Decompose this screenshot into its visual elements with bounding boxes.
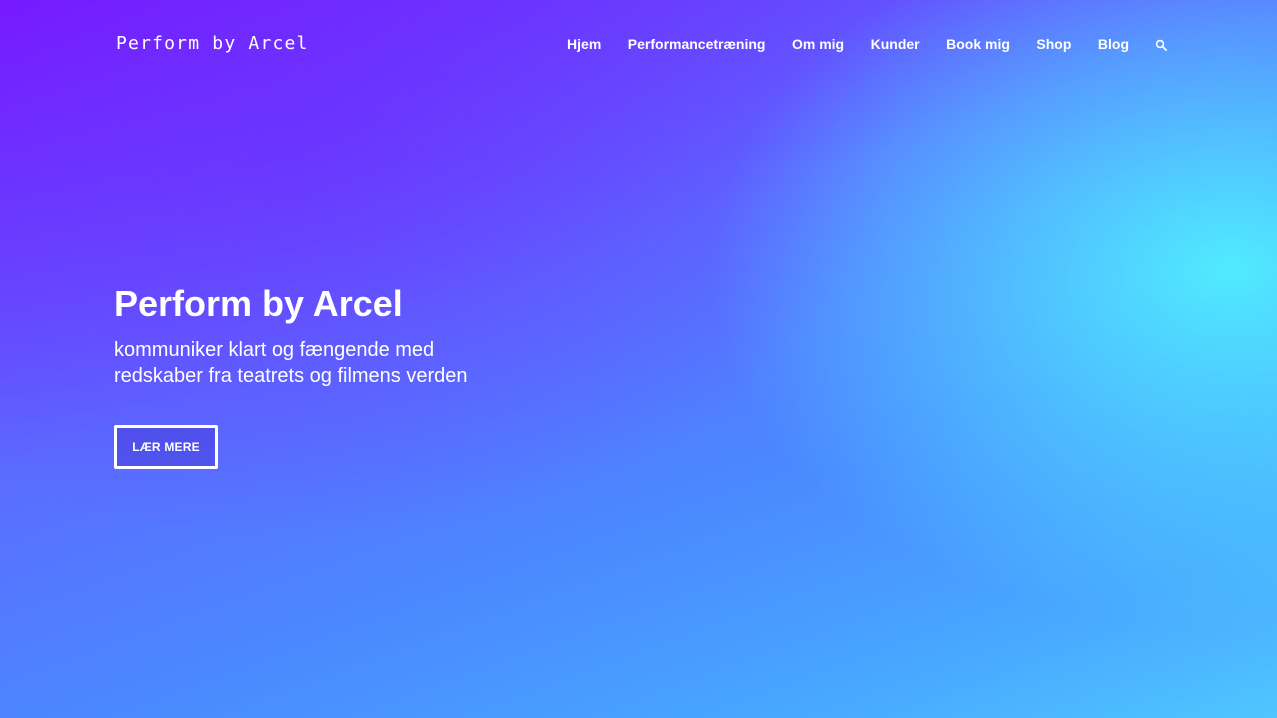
nav-item-shop[interactable]: Shop	[1036, 36, 1071, 52]
hero-subtitle: kommuniker klart og fængende med redskab…	[114, 339, 468, 387]
hero-title: Perform by Arcel	[114, 283, 403, 324]
nav-item-performancetraening[interactable]: Performancetræning	[628, 36, 766, 52]
main-navigation: Hjem Performancetræning Om mig Kunder Bo…	[567, 36, 1167, 52]
nav-item-blog[interactable]: Blog	[1098, 36, 1129, 52]
nav-item-kunder[interactable]: Kunder	[871, 36, 920, 52]
nav-item-book-mig[interactable]: Book mig	[946, 36, 1010, 52]
search-icon[interactable]	[1155, 38, 1167, 51]
learn-more-button[interactable]: LÆR MERE	[114, 425, 218, 469]
nav-item-om-mig[interactable]: Om mig	[792, 36, 844, 52]
hero-section: Perform by Arcel kommuniker klart og fæn…	[114, 283, 534, 389]
site-logo[interactable]: Perform by Arcel	[116, 33, 309, 54]
nav-item-hjem[interactable]: Hjem	[567, 36, 601, 52]
